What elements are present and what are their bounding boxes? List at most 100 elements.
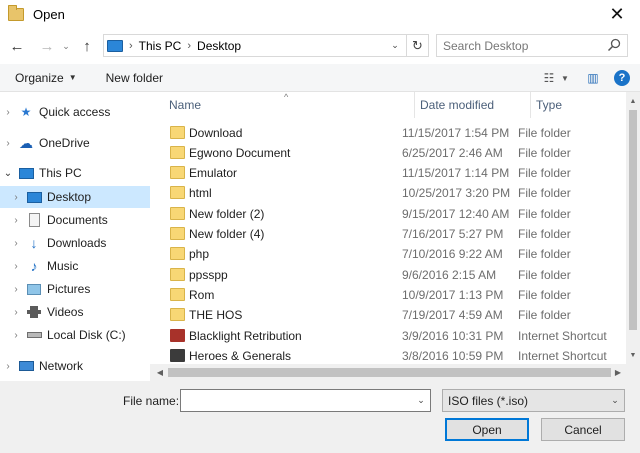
- vertical-scroll-thumb[interactable]: [629, 110, 637, 330]
- folder-icon: [170, 146, 185, 159]
- file-type-dropdown-button[interactable]: ⌄: [606, 390, 624, 411]
- close-icon: ✕: [609, 3, 625, 24]
- expand-icon[interactable]: ›: [2, 138, 14, 149]
- organize-button[interactable]: Organize ▼: [15, 71, 77, 85]
- breadcrumb-desktop[interactable]: Desktop: [197, 39, 241, 53]
- file-row[interactable]: Emulator 11/15/2017 1:14 PM File folder: [168, 163, 626, 183]
- file-row[interactable]: Rom 10/9/2017 1:13 PM File folder: [168, 285, 626, 305]
- recent-locations-button[interactable]: ⌄: [59, 34, 73, 58]
- file-row[interactable]: ppsspp 9/6/2016 2:15 AM File folder: [168, 265, 626, 285]
- sidebar-item-downloads[interactable]: › ↓ Downloads: [0, 232, 150, 254]
- file-list: ^ Name Date modified Type Download 11/15…: [150, 92, 626, 364]
- expand-icon[interactable]: ›: [10, 284, 22, 295]
- sidebar-item-desktop[interactable]: › Desktop: [0, 186, 150, 208]
- preview-pane-button[interactable]: ▥: [584, 69, 602, 87]
- new-folder-button[interactable]: New folder: [106, 71, 163, 85]
- file-name: Emulator: [189, 166, 238, 180]
- chevron-down-icon: ⌄: [611, 395, 619, 405]
- expand-icon[interactable]: ›: [10, 330, 22, 341]
- sidebar-item-onedrive[interactable]: › ☁ OneDrive: [0, 132, 150, 154]
- column-header-name[interactable]: Name: [169, 92, 413, 118]
- new-folder-label: New folder: [105, 70, 163, 85]
- file-row[interactable]: New folder (4) 7/16/2017 5:27 PM File fo…: [168, 224, 626, 244]
- column-divider[interactable]: [414, 92, 415, 118]
- file-row[interactable]: Egwono Document 6/25/2017 2:46 AM File f…: [168, 143, 626, 163]
- music-note-icon: ♪: [30, 258, 38, 274]
- file-date: 11/15/2017 1:54 PM: [402, 126, 510, 140]
- column-header-type[interactable]: Type: [536, 92, 626, 118]
- cancel-button[interactable]: Cancel: [541, 418, 625, 441]
- expand-icon[interactable]: ›: [2, 361, 14, 372]
- address-bar[interactable]: › This PC › Desktop ⌄ ↻: [103, 34, 429, 57]
- file-row[interactable]: New folder (2) 9/15/2017 12:40 AM File f…: [168, 204, 626, 224]
- folder-icon: [170, 288, 185, 301]
- address-history-button[interactable]: ⌄: [386, 35, 404, 56]
- file-row[interactable]: Blacklight Retribution 3/9/2016 10:31 PM…: [168, 326, 626, 346]
- collapse-icon[interactable]: ⌄: [2, 168, 14, 179]
- sidebar-item-music[interactable]: › ♪ Music: [0, 255, 150, 277]
- sidebar-item-label: Desktop: [47, 190, 92, 204]
- vertical-scrollbar[interactable]: ▲ ▼: [626, 92, 640, 364]
- scroll-right-button[interactable]: ▶: [610, 364, 626, 381]
- file-type: Internet Shortcut: [518, 329, 607, 343]
- file-name-input[interactable]: ⌄: [180, 389, 431, 412]
- open-button[interactable]: Open: [445, 418, 529, 441]
- file-name: html: [189, 186, 212, 200]
- file-type: File folder: [518, 227, 571, 241]
- back-button[interactable]: ←: [5, 34, 29, 58]
- horizontal-scrollbar[interactable]: ◀ ▶: [150, 364, 626, 381]
- view-controls: ☷ ▼ ▥ ?: [540, 64, 640, 92]
- sidebar-item-label: Downloads: [47, 236, 107, 250]
- sidebar-item-network[interactable]: › Network: [0, 355, 150, 377]
- sidebar-item-label: Documents: [47, 213, 108, 227]
- expand-icon[interactable]: ›: [10, 307, 22, 318]
- sidebar-item-pictures[interactable]: › Pictures: [0, 278, 150, 300]
- scroll-up-button[interactable]: ▲: [626, 94, 640, 108]
- navigation-pane: › ★ Quick access › ☁ OneDrive ⌄ This PC …: [0, 92, 150, 382]
- expand-icon[interactable]: ›: [10, 238, 22, 249]
- sidebar-item-this-pc[interactable]: ⌄ This PC: [0, 162, 150, 184]
- scroll-left-button[interactable]: ◀: [152, 364, 168, 381]
- folder-icon: [170, 207, 185, 220]
- file-name-history-button[interactable]: ⌄: [412, 390, 430, 411]
- sidebar-item-documents[interactable]: › Documents: [0, 209, 150, 231]
- breadcrumb-this-pc[interactable]: This PC: [139, 39, 182, 53]
- search-icon: [607, 38, 621, 52]
- chevron-down-icon: ⌄: [391, 40, 399, 50]
- horizontal-scroll-thumb[interactable]: [168, 368, 611, 377]
- forward-button[interactable]: →: [35, 34, 59, 58]
- sidebar-item-local-disk[interactable]: › Local Disk (C:): [0, 324, 150, 346]
- film-icon: [26, 305, 42, 319]
- sidebar-item-label: Music: [47, 259, 79, 273]
- scroll-down-button[interactable]: ▼: [626, 348, 640, 362]
- change-view-button[interactable]: ☷: [540, 69, 558, 87]
- file-type-select[interactable]: ISO files (*.iso) ⌄: [442, 389, 625, 412]
- search-input[interactable]: Search Desktop: [436, 34, 628, 57]
- view-options-button[interactable]: ▼: [558, 69, 572, 87]
- column-divider[interactable]: [530, 92, 531, 118]
- file-row[interactable]: html 10/25/2017 3:20 PM File folder: [168, 183, 626, 203]
- file-row[interactable]: php 7/10/2016 9:22 AM File folder: [168, 244, 626, 264]
- breadcrumb-separator: ›: [187, 39, 192, 52]
- command-bar: Organize ▼ New folder ☷ ▼ ▥ ?: [0, 64, 640, 92]
- close-button[interactable]: ✕: [594, 0, 640, 28]
- expand-icon[interactable]: ›: [10, 261, 22, 272]
- up-button[interactable]: ↑: [75, 34, 99, 58]
- expand-icon[interactable]: ›: [2, 107, 14, 118]
- file-date: 9/15/2017 12:40 AM: [402, 207, 510, 221]
- column-header-date-modified[interactable]: Date modified: [420, 92, 530, 118]
- pictures-icon: [26, 282, 42, 296]
- file-row[interactable]: THE HOS 7/19/2017 4:59 AM File folder: [168, 305, 626, 325]
- file-date: 7/16/2017 5:27 PM: [402, 227, 504, 241]
- sidebar-item-videos[interactable]: › Videos: [0, 301, 150, 323]
- refresh-button[interactable]: ↻: [406, 35, 428, 56]
- help-button[interactable]: ?: [614, 70, 630, 86]
- expand-icon[interactable]: ›: [10, 215, 22, 226]
- expand-icon[interactable]: ›: [10, 192, 22, 203]
- sidebar-item-quick-access[interactable]: › ★ Quick access: [0, 101, 150, 123]
- file-row[interactable]: Heroes & Generals 3/8/2016 10:59 PM Inte…: [168, 346, 626, 364]
- file-date: 10/25/2017 3:20 PM: [402, 186, 511, 200]
- file-type: File folder: [518, 268, 571, 282]
- file-row[interactable]: Download 11/15/2017 1:54 PM File folder: [168, 123, 626, 143]
- drive-icon: [26, 328, 42, 342]
